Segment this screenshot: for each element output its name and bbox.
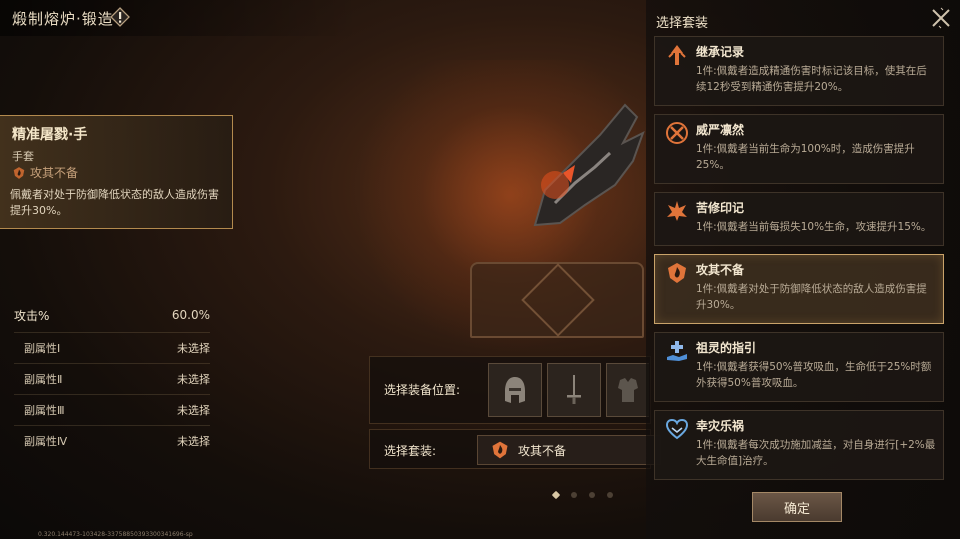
set-card-desc: 1件:佩戴者获得50%普攻吸血，生命低于25%时额外获得50%普攻吸血。 [696,361,932,389]
helmet-icon [505,377,525,403]
slot-weapon[interactable] [547,363,601,417]
flame-shield-icon [668,263,686,283]
sub-stat-row[interactable]: 副属性Ⅰ 未选择 [14,333,210,364]
close-icon[interactable] [930,7,952,29]
set-selector: 选择套装: 攻其不备 [369,429,661,469]
set-card-name: 继承记录 [696,45,745,59]
set-card[interactable]: 幸灾乐祸 1件:佩戴者每次成功施加减益，对自身进行[+2%最大生命值]治疗。 [654,410,944,480]
set-card-desc: 1件:佩戴者每次成功施加减益，对自身进行[+2%最大生命值]治疗。 [696,439,936,467]
page-dot[interactable] [589,492,595,498]
spiked-crest-icon [667,201,687,221]
main-stat-label: 攻击% [14,308,50,323]
page-dot[interactable] [571,492,577,498]
main-stat-row: 攻击% 60.0% [14,298,210,333]
flame-shield-icon [13,166,25,179]
item-info-panel: 精准屠戮·手 手套 攻其不备 佩戴者对处于防御降低状态的敌人造成伤害提升30%。 [0,115,233,229]
item-description: 佩戴者对处于防御降低状态的敌人造成伤害提升30%。 [10,188,219,217]
version-text: 0.320.144473-103428-33758850393300341696… [38,531,193,538]
arrow-up-icon [668,45,686,65]
page-dot[interactable] [607,492,613,498]
set-card[interactable]: 苦修印记 1件:佩戴者当前每损失10%生命，攻速提升15%。 [654,192,944,246]
sub-stat-row[interactable]: 副属性Ⅳ 未选择 [14,426,210,456]
item-set-tag: 攻其不备 [12,164,78,181]
item-name: 精准屠戮·手 [12,127,88,143]
sub-stat-label: 副属性Ⅱ [24,373,63,386]
celtic-knot-ornament [521,263,595,337]
page-dot[interactable] [551,490,561,500]
heart-hands-icon [665,418,689,440]
sub-stat-label: 副属性Ⅲ [24,404,65,417]
set-selection-panel: 选择套装 继承记录 1件:佩戴者造成精通伤害时标记该目标，使其在后续12秒受到精… [646,0,960,539]
sub-stat-value: 未选择 [177,404,210,417]
set-card-name: 幸灾乐祸 [696,419,745,433]
forge-anvil [470,262,644,338]
sub-stat-value: 未选择 [177,435,210,448]
sub-stat-label: 副属性Ⅰ [24,342,61,355]
set-card-name: 攻其不备 [696,263,745,277]
set-card-name: 苦修印记 [696,201,745,215]
sub-stat-row[interactable]: 副属性Ⅲ 未选择 [14,395,210,426]
set-card-desc: 1件:佩戴者造成精通伤害时标记该目标，使其在后续12秒受到精通伤害提升20%。 [696,65,927,93]
healing-hand-icon [667,341,687,361]
set-card[interactable]: 继承记录 1件:佩戴者造成精通伤害时标记该目标，使其在后续12秒受到精通伤害提升… [654,36,944,106]
page-title: 煅制熔炉·锻造 [12,10,114,28]
title-bar: 煅制熔炉·锻造 [0,0,360,36]
page-indicator [551,490,613,500]
sub-stat-row[interactable]: 副属性Ⅱ 未选择 [14,364,210,395]
confirm-button[interactable]: 确定 [752,492,842,522]
slot-helmet[interactable] [488,363,542,417]
set-dropdown[interactable]: 攻其不备 [477,435,661,465]
item-set-name: 攻其不备 [30,166,79,180]
gauntlet-model [533,103,645,227]
set-card-desc: 1件:佩戴者当前生命为100%时，造成伤害提升25%。 [696,143,915,171]
info-alert-icon[interactable] [110,7,130,27]
sub-stat-value: 未选择 [177,373,210,386]
set-card[interactable]: 祖灵的指引 1件:佩戴者获得50%普攻吸血，生命低于25%时额外获得50%普攻吸… [654,332,944,402]
sub-stat-value: 未选择 [177,342,210,355]
set-card-desc: 1件:佩戴者当前每损失10%生命，攻速提升15%。 [696,221,932,233]
slot-selector: 选择装备位置: [369,356,651,424]
set-card-name: 威严凛然 [696,123,745,137]
set-card-selected[interactable]: 攻其不备 1件:佩戴者对处于防御降低状态的敌人造成伤害提升30%。 [654,254,944,324]
slot-armor[interactable] [606,363,649,417]
set-card-desc: 1件:佩戴者对处于防御降低状态的敌人造成伤害提升30%。 [696,283,927,311]
sword-icon [567,375,581,404]
stats-list: 攻击% 60.0% 副属性Ⅰ 未选择 副属性Ⅱ 未选择 副属性Ⅲ 未选择 副属性… [14,298,210,456]
crossed-swords-icon [666,122,688,144]
main-stat-value: 60.0% [171,308,210,322]
set-selector-label: 选择套装: [384,444,437,458]
sub-stat-label: 副属性Ⅳ [24,435,68,448]
armor-icon [618,378,638,402]
set-card[interactable]: 威严凛然 1件:佩戴者当前生命为100%时，造成伤害提升25%。 [654,114,944,184]
selected-set-name: 攻其不备 [518,443,567,458]
panel-title: 选择套装 [656,16,709,31]
slot-selector-label: 选择装备位置: [384,383,461,397]
flame-shield-icon [492,441,508,459]
set-card-name: 祖灵的指引 [696,341,757,355]
item-type: 手套 [12,150,34,163]
